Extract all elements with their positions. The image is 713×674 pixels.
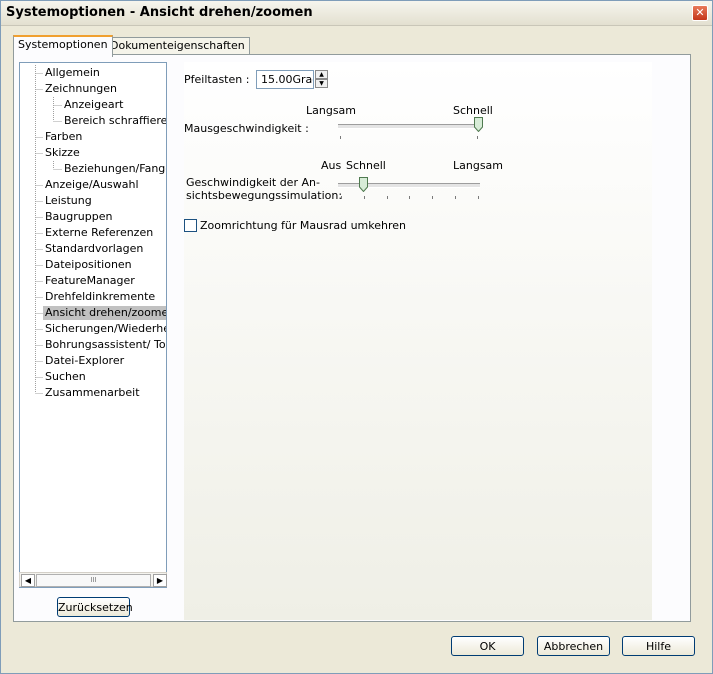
- tree-item-allgemein[interactable]: Allgemein: [43, 66, 102, 80]
- zoom-direction-checkbox[interactable]: [184, 219, 197, 232]
- view-sim-tick: [363, 196, 365, 199]
- tree-item-externe-referenzen[interactable]: Externe Referenzen: [43, 226, 155, 240]
- title-bar[interactable]: Systemoptionen - Ansicht drehen/zoomen ✕: [1, 1, 712, 26]
- view-sim-tick: [477, 196, 479, 199]
- mouse-speed-label: Mausgeschwindigkeit :: [184, 122, 309, 135]
- tree-item-datei-explorer[interactable]: Datei-Explorer: [43, 354, 126, 368]
- tree-item-drehfeldinkremente[interactable]: Drehfeldinkremente: [43, 290, 157, 304]
- view-sim-tick: [409, 196, 411, 199]
- mouse-speed-slider-track[interactable]: [338, 124, 480, 129]
- view-sim-slider-thumb[interactable]: [359, 177, 369, 192]
- cancel-button[interactable]: Abbrechen: [537, 636, 610, 656]
- view-sim-fast-label: Schnell: [346, 159, 386, 172]
- view-sim-label-line2: sichtsbewegungssimulation:: [186, 189, 343, 202]
- tab-dokumenteigenschaften[interactable]: Dokumenteigenschaften: [105, 37, 250, 55]
- mouse-speed-tick: [340, 136, 341, 139]
- tree-item-sicherungen[interactable]: Sicherungen/Wiederherstellen: [43, 322, 166, 336]
- tree-item-baugruppen[interactable]: Baugruppen: [43, 210, 114, 224]
- spin-up-icon[interactable]: ▲: [315, 70, 328, 79]
- tree-item-bohrungsassistent[interactable]: Bohrungsassistent/ Toolbox: [43, 338, 166, 352]
- view-sim-slow-label: Langsam: [453, 159, 504, 172]
- view-sim-off-label: Aus: [321, 159, 342, 172]
- tree-item-dateipositionen[interactable]: Dateipositionen: [43, 258, 134, 272]
- options-tree[interactable]: Allgemein Zeichnungen Anzeigeart Bereich…: [19, 62, 167, 588]
- pfeiltasten-label: Pfeiltasten :: [184, 73, 250, 86]
- tree-item-zusammenarbeit[interactable]: Zusammenarbeit: [43, 386, 142, 400]
- scroll-thumb[interactable]: III: [36, 574, 151, 587]
- spin-down-icon[interactable]: ▼: [315, 79, 328, 88]
- tree-item-ansicht-drehen-zoomen[interactable]: Ansicht drehen/zoomen: [43, 306, 166, 320]
- tree-item-anzeigeart[interactable]: Anzeigeart: [62, 98, 125, 112]
- mouse-speed-tick: [477, 136, 478, 139]
- view-sim-tick: [432, 196, 434, 199]
- tree-item-leistung[interactable]: Leistung: [43, 194, 94, 208]
- tree-item-anzeige-auswahl[interactable]: Anzeige/Auswahl: [43, 178, 141, 192]
- tree-item-skizze[interactable]: Skizze: [43, 146, 82, 160]
- tree-horizontal-scrollbar[interactable]: ◀ III ▶: [19, 572, 167, 587]
- pfeiltasten-input[interactable]: 15.00Grad: [256, 70, 314, 89]
- mouse-speed-slow-label: Langsam: [306, 104, 357, 117]
- tree-item-featuremanager[interactable]: FeatureManager: [43, 274, 137, 288]
- tree-item-beziehungen-fangen[interactable]: Beziehungen/Fangen: [62, 162, 166, 176]
- scroll-left-icon[interactable]: ◀: [21, 574, 35, 587]
- options-content: [184, 62, 652, 620]
- mouse-speed-fast-label: Schnell: [453, 104, 493, 117]
- help-button[interactable]: Hilfe: [622, 636, 695, 656]
- tree-item-bereich-schraffieren[interactable]: Bereich schraffieren/füllen: [62, 114, 166, 128]
- view-sim-tick: [455, 196, 456, 199]
- mouse-speed-slider-thumb[interactable]: [474, 117, 483, 132]
- ok-button[interactable]: OK: [451, 636, 524, 656]
- tree-item-zeichnungen[interactable]: Zeichnungen: [43, 82, 119, 96]
- scroll-right-icon[interactable]: ▶: [153, 574, 167, 587]
- close-icon[interactable]: ✕: [692, 5, 708, 21]
- tree-item-farben[interactable]: Farben: [43, 130, 84, 144]
- tab-systemoptionen[interactable]: Systemoptionen: [13, 35, 113, 57]
- tree-item-standardvorlagen[interactable]: Standardvorlagen: [43, 242, 145, 256]
- view-sim-tick: [341, 196, 342, 199]
- window-title: Systemoptionen - Ansicht drehen/zoomen: [6, 5, 313, 20]
- reset-button[interactable]: Zurücksetzen: [57, 597, 133, 617]
- zoom-direction-label[interactable]: Zoomrichtung für Mausrad umkehren: [200, 219, 406, 232]
- view-sim-tick: [386, 196, 388, 199]
- tree-item-suchen[interactable]: Suchen: [43, 370, 88, 384]
- view-sim-label-line1: Geschwindigkeit der An-: [186, 176, 320, 189]
